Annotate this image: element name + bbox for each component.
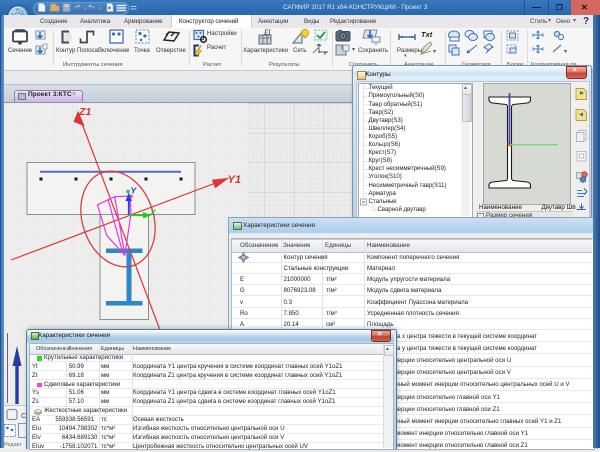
svg-text:▾: ▾ xyxy=(564,49,567,55)
svg-text:▾: ▾ xyxy=(352,47,355,53)
svg-text:Z1: Z1 xyxy=(78,106,91,118)
svg-text:▾: ▾ xyxy=(433,49,436,55)
svg-text:Y1: Y1 xyxy=(228,174,241,186)
svg-text:Редакт: Редакт xyxy=(4,442,22,448)
